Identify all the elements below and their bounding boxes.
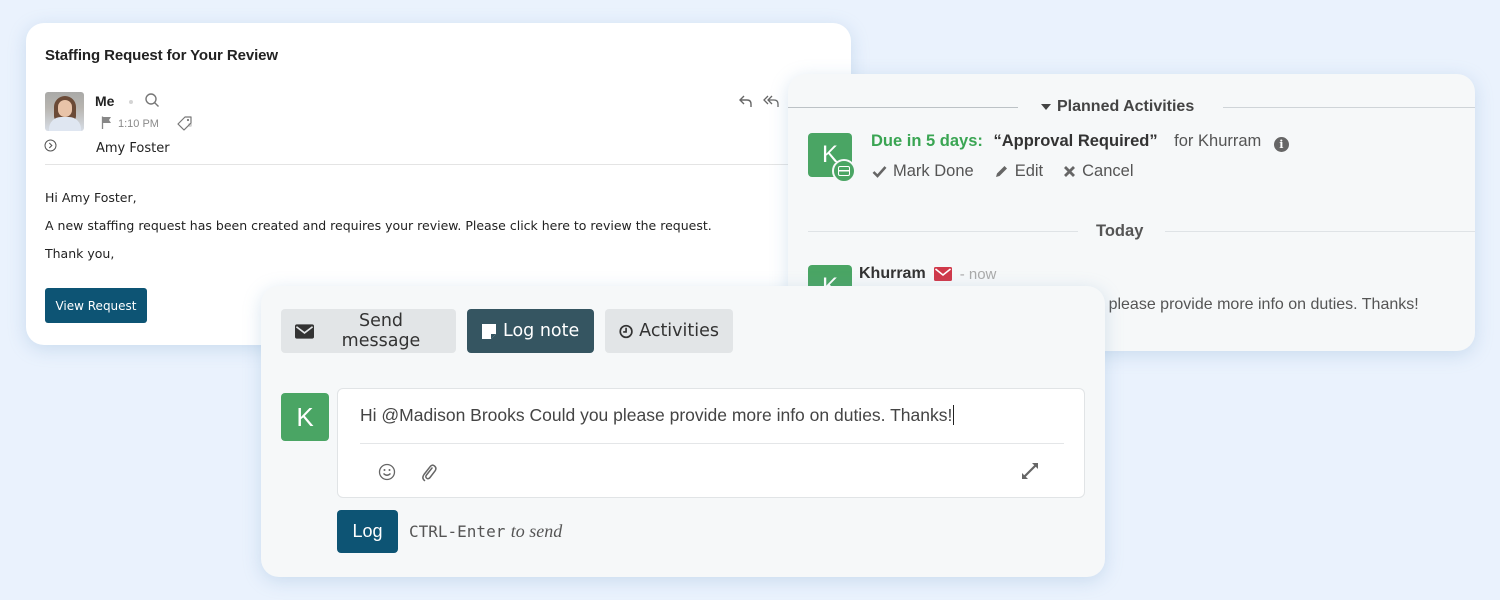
log-button[interactable]: Log [337, 510, 398, 553]
activity-type-icon [832, 159, 856, 183]
tab-label: Activities [639, 321, 719, 341]
email-time: 1:10 PM [118, 118, 159, 130]
composer-box: Hi @Madison Brooks Could you please prov… [337, 388, 1085, 498]
info-icon[interactable]: i [1273, 137, 1289, 152]
activity-name: “Approval Required” [993, 132, 1158, 150]
pencil-icon [995, 166, 1007, 177]
check-icon [872, 166, 887, 178]
text-cursor [953, 405, 955, 425]
hint-text: to send [510, 521, 563, 541]
tab-label: Log note [503, 321, 580, 341]
due-label: Due in 5 days: [871, 132, 983, 150]
mark-done-button[interactable]: Mark Done [872, 162, 974, 181]
emoji-icon[interactable] [378, 463, 396, 481]
reply-all-icon[interactable] [763, 93, 781, 109]
planned-activities-title: Planned Activities [1057, 98, 1195, 115]
sender-name[interactable]: Me [95, 93, 114, 109]
sender-avatar[interactable] [45, 92, 84, 131]
assigned-user: for Khurram [1174, 132, 1262, 150]
clock-icon [619, 324, 633, 338]
email-closing: Thank you, [45, 246, 115, 261]
envelope-icon [295, 323, 315, 339]
message-input-value: Hi @Madison Brooks Could you please prov… [360, 405, 953, 425]
tag-icon[interactable] [176, 115, 193, 132]
email-divider [45, 164, 791, 165]
email-body-text: A new staffing request has been created … [45, 218, 712, 233]
message-header: Khurram - now [859, 265, 996, 283]
email-greeting: Hi Amy Foster, [45, 190, 137, 205]
flag-icon[interactable] [101, 116, 113, 129]
recipient-name: Amy Foster [96, 141, 170, 156]
caret-down-icon [1041, 104, 1051, 110]
message-input[interactable]: Hi @Madison Brooks Could you please prov… [360, 405, 1060, 431]
tab-activities[interactable]: Activities [605, 309, 733, 353]
note-icon [482, 323, 496, 339]
divider [788, 107, 1018, 108]
envelope-icon [933, 267, 952, 281]
divider [808, 231, 1078, 232]
divider [360, 443, 1064, 444]
date-separator: Today [1096, 222, 1144, 240]
tab-send-message[interactable]: Send message [281, 309, 456, 353]
divider [1165, 231, 1475, 232]
search-icon[interactable] [144, 92, 160, 108]
tab-label: Send message [341, 311, 421, 351]
divider [1223, 107, 1475, 108]
mark-done-label: Mark Done [893, 162, 974, 180]
fullscreen-icon[interactable] [1020, 461, 1040, 481]
view-request-button[interactable]: View Request [45, 288, 147, 323]
tab-log-note[interactable]: Log note [467, 309, 594, 353]
message-time: - now [959, 265, 997, 283]
edit-label: Edit [1014, 162, 1044, 180]
planned-activities-toggle[interactable]: Planned Activities [1041, 98, 1194, 116]
x-icon [1064, 166, 1076, 177]
send-hint: CTRL-Enter to send [409, 521, 562, 542]
avatar[interactable]: K [281, 393, 329, 441]
edit-button[interactable]: Edit [994, 162, 1043, 181]
message-author[interactable]: Khurram [859, 265, 926, 283]
separator-dot [129, 100, 133, 104]
cancel-label: Cancel [1082, 162, 1134, 180]
cancel-button[interactable]: Cancel [1063, 162, 1134, 181]
paperclip-icon[interactable] [420, 462, 438, 482]
planned-activity: Due in 5 days: “Approval Required” for K… [871, 132, 1289, 152]
expand-details-icon[interactable] [44, 139, 57, 152]
email-subject: Staffing Request for Your Review [45, 47, 278, 64]
reply-icon[interactable] [738, 93, 754, 109]
hint-key: CTRL-Enter [409, 522, 506, 541]
chatter-composer: Send message Log note Activities K Hi @M… [261, 286, 1105, 577]
email-body: Hi Amy Foster, A new staffing request ha… [45, 189, 712, 273]
activity-actions: Mark Done Edit Cancel [872, 162, 1134, 181]
